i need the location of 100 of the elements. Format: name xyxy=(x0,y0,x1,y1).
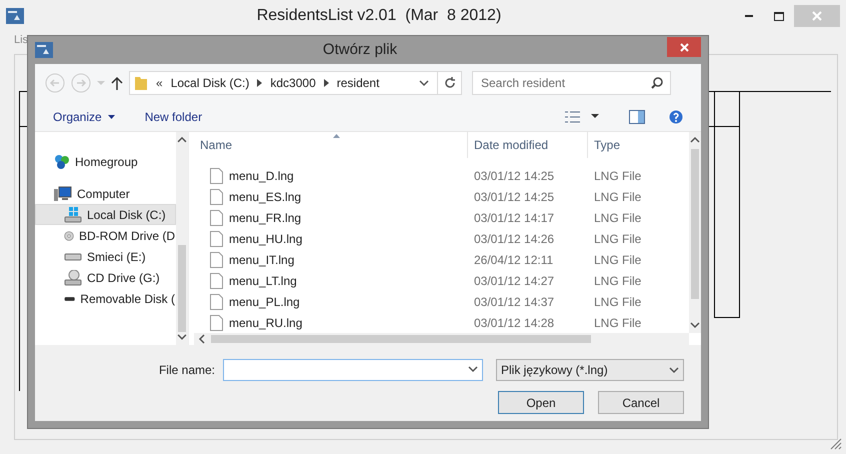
search-icon xyxy=(651,77,663,89)
date-cell-text: 03/01/12 14:17 xyxy=(473,210,556,226)
date-cell-text: 03/01/12 14:25 xyxy=(473,188,556,206)
file-row[interactable]: menu_HU.lng 03/01/12 14:26 LNG File xyxy=(194,228,689,249)
file-row[interactable]: menu_RU.lng 03/01/12 14:28 LNG File xyxy=(194,312,689,333)
cancel-button[interactable]: Cancel xyxy=(598,391,684,414)
sort-arrow-icon xyxy=(333,134,340,138)
minimize-icon xyxy=(745,15,753,17)
path-segment[interactable]: kdc3000 xyxy=(270,74,316,92)
close-icon xyxy=(812,11,822,21)
path-prefix: « xyxy=(156,75,163,92)
file-row[interactable]: menu_FR.lng 03/01/12 14:17 LNG File xyxy=(194,207,689,228)
close-icon xyxy=(680,42,688,52)
file-name-label: File name: xyxy=(158,362,215,379)
column-header[interactable]: Date modified xyxy=(468,132,588,158)
system-disk-icon xyxy=(64,206,82,222)
chevron-down-icon[interactable] xyxy=(669,365,679,375)
dialog-icon xyxy=(35,42,53,58)
nav-item[interactable]: Smieci (E:) xyxy=(35,246,176,267)
toolbar-button[interactable]: Organize xyxy=(53,108,115,126)
type-cell-text: LNG File xyxy=(593,272,642,290)
window-title: ResidentsList v2.01 (Mar 8 2012) xyxy=(256,6,502,26)
file-name: menu_PL.lng xyxy=(229,294,300,310)
path-segment[interactable]: resident xyxy=(336,74,380,92)
file-icon xyxy=(210,210,223,226)
computer-icon xyxy=(54,186,72,202)
column-header[interactable]: Type xyxy=(588,132,689,158)
file-name: menu_RU.lng xyxy=(229,314,302,332)
file-name: menu_LT.lng xyxy=(229,272,297,290)
scroll-left-icon[interactable] xyxy=(197,334,207,344)
chevron-down-icon[interactable] xyxy=(468,364,478,374)
date-cell-text: 03/01/12 14:25 xyxy=(473,168,556,184)
nav-item[interactable]: Computer xyxy=(35,183,176,204)
caret-icon[interactable] xyxy=(591,114,599,119)
date-cell-text: 26/04/12 12:11 xyxy=(473,252,554,268)
view-options-icon[interactable] xyxy=(565,110,581,122)
drive-icon xyxy=(64,252,82,260)
chevron-right-icon[interactable] xyxy=(257,79,262,87)
nav-item[interactable]: BD-ROM Drive (D xyxy=(35,225,176,246)
nav-item[interactable]: Homegroup xyxy=(35,151,176,172)
date-cell-text: 03/01/12 14:37 xyxy=(473,294,556,310)
date-cell-text: 03/01/12 14:28 xyxy=(473,314,556,332)
nav-item[interactable]: Removable Disk ( xyxy=(35,288,176,309)
file-name: menu_ES.lng xyxy=(229,188,302,206)
scroll-down-icon[interactable] xyxy=(177,332,187,342)
type-cell-text: LNG File xyxy=(593,294,642,310)
nav-item[interactable]: CD Drive (G:) xyxy=(35,267,176,288)
toolbar-button[interactable]: New folder xyxy=(144,108,202,126)
scrollbar[interactable] xyxy=(689,132,701,333)
cd-drive-icon xyxy=(64,270,82,286)
address-bar[interactable]: « Local Disk (C:) kdc3000 resident xyxy=(129,71,462,95)
close-button[interactable] xyxy=(667,37,701,57)
path-segment[interactable]: Local Disk (C:) xyxy=(170,74,250,92)
file-row[interactable]: menu_PL.lng 03/01/12 14:37 LNG File xyxy=(194,291,689,312)
file-icon xyxy=(210,272,223,288)
file-name: menu_D.lng xyxy=(229,168,294,184)
file-name: menu_HU.lng xyxy=(229,230,302,248)
scroll-up-icon[interactable] xyxy=(690,135,700,145)
chevron-down-icon[interactable] xyxy=(419,78,429,88)
file-icon xyxy=(210,230,223,246)
file-name: menu_FR.lng xyxy=(229,210,302,226)
up-arrow-icon[interactable] xyxy=(111,76,123,90)
open-button[interactable]: Open xyxy=(498,391,584,414)
column-header[interactable]: Name xyxy=(194,132,468,158)
type-cell-text: LNG File xyxy=(593,210,642,226)
resize-grip-icon xyxy=(830,438,842,450)
file-icon xyxy=(210,294,223,310)
scrollbar[interactable] xyxy=(176,132,188,345)
scroll-down-icon[interactable] xyxy=(690,320,700,330)
date-cell-text: 03/01/12 14:26 xyxy=(473,230,556,248)
file-row[interactable]: menu_ES.lng 03/01/12 14:25 LNG File xyxy=(194,186,689,207)
file-row[interactable]: menu_D.lng 03/01/12 14:25 LNG File xyxy=(194,165,689,186)
preview-pane-icon[interactable] xyxy=(629,110,645,124)
chevron-right-icon[interactable] xyxy=(324,79,329,87)
type-cell-text: LNG File xyxy=(593,230,642,248)
refresh-icon xyxy=(444,77,456,89)
nav-item[interactable]: Local Disk (C:) xyxy=(35,204,176,225)
search-field[interactable]: Search resident xyxy=(472,71,671,95)
homegroup-icon xyxy=(54,154,70,170)
file-name-field[interactable] xyxy=(223,359,483,381)
maximize-icon xyxy=(774,12,784,20)
scroll-up-icon[interactable] xyxy=(177,135,187,145)
file-icon xyxy=(210,168,223,184)
horizontal-scrollbar[interactable] xyxy=(194,333,689,345)
type-cell-text: LNG File xyxy=(593,188,642,206)
dialog-title: Otwórz plik xyxy=(322,40,398,60)
file-row[interactable]: menu_IT.lng 26/04/12 12:11 LNG File xyxy=(194,249,689,270)
type-cell-text: LNG File xyxy=(593,314,642,332)
app-icon xyxy=(6,8,24,24)
folder-icon xyxy=(134,75,148,91)
caret-icon xyxy=(108,114,115,118)
file-row[interactable]: menu_LT.lng 03/01/12 14:27 LNG File xyxy=(194,270,689,291)
date-cell-text: 03/01/12 14:27 xyxy=(473,272,556,290)
type-cell-text: LNG File xyxy=(593,252,642,268)
file-icon xyxy=(210,252,223,268)
type-cell-text: LNG File xyxy=(593,168,642,184)
file-name: menu_IT.lng xyxy=(229,252,294,268)
file-icon xyxy=(210,188,223,204)
help-icon[interactable] xyxy=(669,110,683,124)
file-type-select[interactable]: Plik językowy (*.lng) xyxy=(496,359,684,381)
